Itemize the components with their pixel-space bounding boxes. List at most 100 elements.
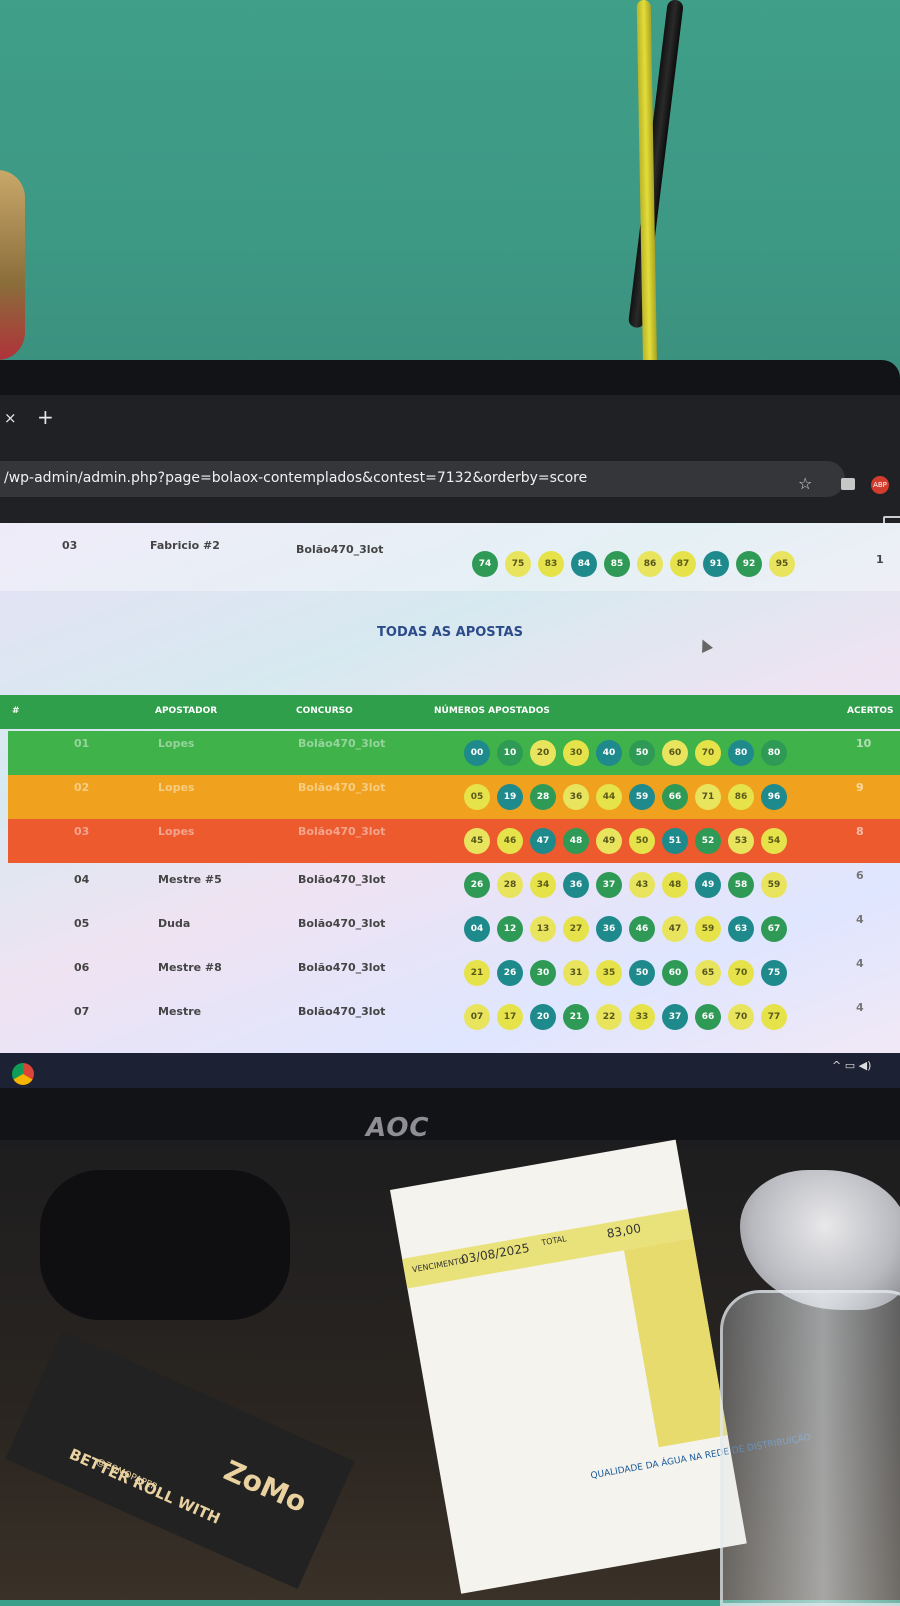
number-ball: 50 [629,740,655,766]
cell-apostador: Mestre #8 [158,961,222,974]
chrome-taskbar-icon[interactable] [12,1063,34,1085]
table-row: 06 Mestre #8 Bolão470_3lot 21 26 30 31 35 50 60 65… [8,951,900,995]
close-tab-icon[interactable]: × [4,409,17,427]
cell-num: 05 [74,917,90,930]
monitor-brand-logo: AOC [366,1113,430,1143]
monitor-screen: × + /wp-admin/admin.php?page=bolaox-cont… [0,395,900,1088]
number-ball: 20 [530,740,556,766]
number-ball: 10 [497,740,523,766]
number-ball: 48 [662,872,688,898]
number-ball: 83 [538,551,564,577]
number-ball: 50 [629,960,655,986]
number-ball: 26 [497,960,523,986]
number-ball: 80 [761,740,787,766]
number-ball: 21 [464,960,490,986]
number-ball: 36 [596,916,622,942]
number-ball: 05 [464,784,490,810]
address-bar[interactable]: /wp-admin/admin.php?page=bolaox-contempl… [0,461,845,497]
top-row-acertos: 1 [876,553,884,566]
number-ball: 36 [563,872,589,898]
cell-concurso: Bolão470_3lot [298,917,386,930]
number-ball: 66 [695,1004,721,1030]
number-ball: 63 [728,916,754,942]
top-result-row: 03 Fabricio #2 Bolão470_3lot 74 75 83 84 85 8… [0,523,900,591]
number-ball: 58 [728,872,754,898]
new-tab-button[interactable]: + [37,405,54,429]
number-ball: 67 [761,916,787,942]
number-ball: 52 [695,828,721,854]
wall-background [0,0,900,400]
number-ball: 13 [530,916,556,942]
number-ball: 40 [596,740,622,766]
cell-num: 06 [74,961,90,974]
cell-apostador: Lopes [158,825,195,838]
bookmark-star-icon[interactable]: ☆ [798,474,812,493]
section-title: TODAS AS APOSTAS [377,625,523,640]
header-apostador[interactable]: APOSTADOR [155,706,217,716]
number-ball: 22 [596,1004,622,1030]
cell-concurso: Bolão470_3lot [298,1005,386,1018]
number-ball: 75 [505,551,531,577]
number-ball: 70 [728,960,754,986]
number-ball: 87 [670,551,696,577]
number-ball: 71 [695,784,721,810]
table-row: 02 Lopes Bolão470_3lot 05 19 28 36 44 59 66 71 86 96… [8,775,900,819]
header-num: # [12,706,20,716]
number-ball: 33 [629,1004,655,1030]
tab-bar: × + [0,395,900,435]
cell-concurso: Bolão470_3lot [298,961,386,974]
table-header: # APOSTADOR CONCURSO NÚMEROS APOSTADOS A… [0,695,900,729]
adblock-icon[interactable]: ABP [871,476,889,494]
extension-icon[interactable] [841,478,855,490]
cell-acertos: 4 [856,913,864,926]
cell-acertos: 8 [856,825,864,838]
number-ball: 31 [563,960,589,986]
number-ball: 92 [736,551,762,577]
number-ball: 27 [563,916,589,942]
number-ball: 30 [530,960,556,986]
web-page: 03 Fabricio #2 Bolão470_3lot 74 75 83 84 85 8… [0,523,900,1053]
header-numeros: NÚMEROS APOSTADOS [434,706,550,716]
number-ball: 54 [761,828,787,854]
number-ball: 21 [563,1004,589,1030]
header-acertos[interactable]: ACERTOS [847,706,894,716]
url-text[interactable]: /wp-admin/admin.php?page=bolaox-contempl… [4,470,587,486]
top-row-apostador: Fabricio #2 [150,539,220,552]
number-ball: 45 [464,828,490,854]
number-ball: 70 [728,1004,754,1030]
number-ball: 19 [497,784,523,810]
number-ball: 37 [596,872,622,898]
taskbar [0,1053,900,1088]
number-ball: 28 [530,784,556,810]
number-ball: 17 [497,1004,523,1030]
cell-num: 02 [74,781,90,794]
cell-concurso: Bolão470_3lot [298,825,386,838]
number-ball: 60 [662,740,688,766]
cell-apostador: Lopes [158,781,195,794]
number-ball: 49 [695,872,721,898]
number-ball: 53 [728,828,754,854]
number-ball: 20 [530,1004,556,1030]
number-ball: 84 [571,551,597,577]
number-ball: 51 [662,828,688,854]
cell-apostador: Mestre [158,1005,202,1018]
number-ball: 50 [629,828,655,854]
number-ball: 00 [464,740,490,766]
number-ball: 60 [662,960,688,986]
top-row-concurso: Bolão470_3lot [296,543,384,556]
number-ball: 36 [563,784,589,810]
system-tray[interactable]: ^ ▭ ◀) [832,1059,871,1072]
number-ball: 86 [728,784,754,810]
number-ball: 96 [761,784,787,810]
number-ball: 59 [629,784,655,810]
number-ball: 75 [761,960,787,986]
cell-concurso: Bolão470_3lot [298,781,386,794]
cell-apostador: Duda [158,917,191,930]
cell-acertos: 9 [856,781,864,794]
header-concurso[interactable]: CONCURSO [296,706,353,716]
table-row: 05 Duda Bolão470_3lot 04 12 13 27 36 46 47 59 63 67 4 [8,907,900,951]
cell-acertos: 4 [856,957,864,970]
number-ball: 37 [662,1004,688,1030]
number-ball: 44 [596,784,622,810]
number-ball: 49 [596,828,622,854]
